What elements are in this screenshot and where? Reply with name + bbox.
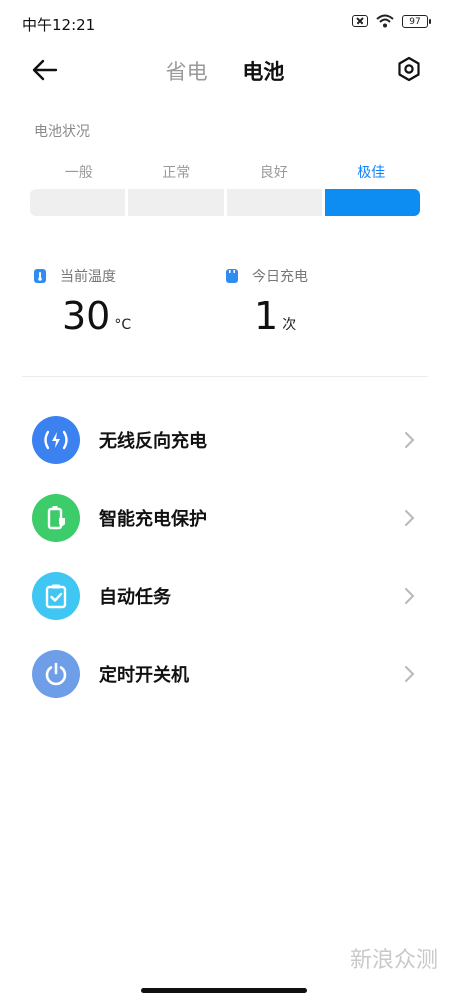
chevron-right-icon <box>405 588 415 604</box>
chevron-right-icon <box>405 432 415 448</box>
watermark: 新浪众测 <box>349 948 438 973</box>
level-label-normal: 正常 <box>162 165 191 181</box>
status-icons: 97 <box>352 14 431 28</box>
temperature-stat: 当前温度 30 °C <box>34 266 131 338</box>
menu-item-scheduled-power[interactable]: 定时开关机 <box>0 639 450 709</box>
menu-label-scheduled-power: 定时开关机 <box>99 665 189 686</box>
divider <box>22 376 428 377</box>
menu-label-smart-charging-protection: 智能充电保护 <box>99 509 207 530</box>
chevron-right-icon <box>405 666 415 682</box>
charge-count-stat: 今日充电 1次 <box>226 266 308 338</box>
tabs: 省电 电池 <box>0 56 450 86</box>
level-label-fair: 一般 <box>64 165 93 181</box>
clipboard-check-icon <box>32 572 80 620</box>
temperature-unit: °C <box>114 317 132 333</box>
status-time: 中午12:21 <box>22 16 96 34</box>
level-label-excellent: 极佳 <box>357 165 386 181</box>
menu-item-smart-charging-protection[interactable]: 智能充电保护 <box>0 483 450 553</box>
home-indicator[interactable] <box>141 988 307 993</box>
wireless-charging-icon <box>32 416 80 464</box>
level-segment-fair <box>30 189 126 216</box>
charge-count-unit: 次 <box>282 317 297 333</box>
level-segment-excellent <box>324 189 420 216</box>
battery-status-title: 电池状况 <box>34 124 90 140</box>
level-label-good: 良好 <box>259 165 288 181</box>
charge-count-value: 1 <box>254 294 279 338</box>
power-icon <box>32 650 80 698</box>
menu-item-reverse-wireless-charging[interactable]: 无线反向充电 <box>0 405 450 475</box>
battery-status-labels: 一般 正常 良好 极佳 <box>30 162 420 182</box>
thermometer-icon <box>34 269 46 283</box>
sim-off-icon <box>352 15 368 27</box>
battery-icon: 97 <box>402 14 431 28</box>
battery-status-bar <box>30 189 420 216</box>
menu-label-auto-tasks: 自动任务 <box>99 587 171 608</box>
level-segment-good <box>226 189 322 216</box>
settings-icon[interactable] <box>396 56 422 82</box>
level-segment-normal <box>128 189 224 216</box>
tab-battery[interactable]: 电池 <box>242 56 284 86</box>
menu-label-reverse-wireless-charging: 无线反向充电 <box>99 431 207 452</box>
status-bar: 中午12:21 97 <box>0 0 450 46</box>
wifi-icon <box>376 14 394 28</box>
battery-shield-icon <box>32 494 80 542</box>
temperature-label: 当前温度 <box>60 269 116 285</box>
chevron-right-icon <box>405 510 415 526</box>
charger-plug-icon <box>226 269 238 283</box>
tab-power-saving[interactable]: 省电 <box>166 56 208 86</box>
menu-item-auto-tasks[interactable]: 自动任务 <box>0 561 450 631</box>
top-bar: 省电 电池 <box>0 46 450 94</box>
temperature-value: 30 <box>62 294 111 338</box>
charge-count-label: 今日充电 <box>252 269 308 285</box>
